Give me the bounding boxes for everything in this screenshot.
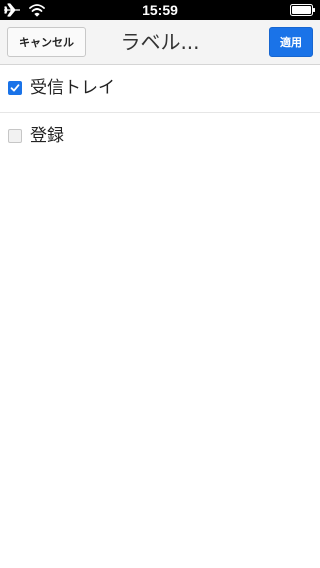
registration-checkbox[interactable] [8, 129, 22, 143]
label-row-inbox[interactable]: 受信トレイ [0, 65, 320, 113]
header: キャンセル ラベル... 適用 [0, 20, 320, 65]
label-row-registration[interactable]: 登録 [0, 113, 320, 160]
label-name: 登録 [30, 126, 64, 146]
inbox-checkbox[interactable] [8, 81, 22, 95]
label-name: 受信トレイ [30, 78, 115, 98]
status-time: 15:59 [142, 2, 178, 18]
checkmark-icon [10, 84, 20, 92]
page-title: ラベル... [120, 30, 200, 54]
cancel-button[interactable]: キャンセル [7, 27, 86, 57]
status-bar: 15:59 [0, 0, 320, 20]
apply-button[interactable]: 適用 [269, 27, 313, 57]
battery-icon [290, 4, 315, 16]
label-list: 受信トレイ 登録 [0, 65, 320, 160]
